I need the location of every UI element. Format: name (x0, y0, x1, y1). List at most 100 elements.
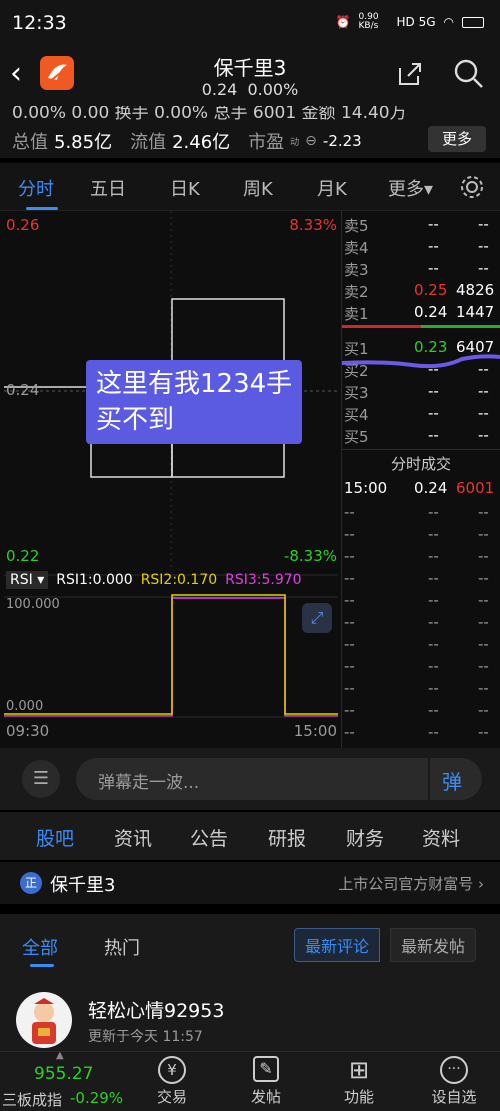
danmu-icon: 弹 (442, 770, 462, 794)
tab-daily-k[interactable]: 日K (170, 175, 200, 201)
tick-row-empty: -- -- -- (342, 501, 500, 524)
rsi3-line (4, 597, 338, 717)
order-volume: -- (478, 426, 489, 444)
pe-sup: 动 (290, 137, 300, 148)
tick-cell-empty: -- (344, 613, 355, 631)
chart-top-price: 0.26 (6, 216, 40, 234)
float-value: 2.46亿 (172, 132, 231, 153)
order-price: -- (428, 259, 439, 277)
tick-cell-empty: -- (428, 525, 439, 543)
status-bar: 12:33 ⏰ 0.90 KB/s HD 5G ◠ (0, 0, 500, 44)
order-label: 卖4 (344, 239, 369, 257)
tab-announcements[interactable]: 公告 (190, 824, 228, 851)
tab-news[interactable]: 资讯 (114, 824, 152, 851)
tick-cell-empty: -- (428, 635, 439, 653)
tab-weekly-k[interactable]: 周K (243, 175, 273, 201)
index-name: 三板成指 (2, 1091, 63, 1109)
more-button[interactable]: 更多 (428, 126, 486, 152)
rsi-legend: RSI ▾ RSI1:0.000 RSI2:0.170 RSI3:5.970 (6, 571, 302, 589)
danmu-list-icon[interactable]: ☰ (22, 760, 60, 798)
total-value: 5.85亿 (54, 132, 113, 153)
tick-row-empty: -- -- -- (342, 721, 500, 744)
book-ratio-bar (342, 325, 500, 328)
tab-guba[interactable]: 股吧 (36, 824, 74, 851)
post-username[interactable]: 轻松心情92953 (88, 996, 224, 1023)
chart-top-pct: 8.33% (289, 216, 337, 234)
tick-cell-empty: -- (344, 547, 355, 565)
rsi-selector[interactable]: RSI ▾ (6, 571, 49, 589)
float-value-label: 流值 (130, 132, 167, 153)
trade-icon: ¥ (158, 1056, 186, 1084)
sell2-row: 卖2 0.25 4826 (342, 279, 500, 302)
tick-cell-empty: -- (478, 679, 489, 697)
tick-cell-empty: -- (478, 613, 489, 631)
tick-cell-empty: -- (344, 679, 355, 697)
search-icon[interactable] (453, 58, 485, 90)
order-volume: -- (478, 404, 489, 422)
nav-post[interactable]: ✎ 发帖 (240, 1056, 292, 1107)
nav-features[interactable]: ⊞ 功能 (333, 1056, 385, 1107)
gear-icon[interactable] (459, 174, 485, 200)
index-ticker[interactable]: ▲ 955.27 三板成指 -0.29% (0, 1050, 130, 1111)
official-account-link[interactable]: 上市公司官方财富号 › (338, 873, 484, 894)
tick-cell-empty: -- (478, 503, 489, 521)
post-item[interactable]: 轻松心情92953 更新于今天 11:57 (0, 976, 500, 1051)
rsi-top-value: 100.000 (6, 597, 60, 612)
intraday-chart[interactable]: 0.26 8.33% 0.24 0.22 -8.33% RSI ▾ RSI1:0… (0, 211, 342, 748)
stock-account-line[interactable]: 正 保千里3 上市公司官方财富号 › (0, 862, 500, 904)
tab-more[interactable]: 更多▾ (388, 175, 433, 201)
avatar[interactable] (16, 992, 72, 1048)
nav-trade[interactable]: ¥ 交易 (146, 1056, 198, 1107)
edit-icon: ✎ (253, 1056, 279, 1082)
tick-row: 15:00 0.24 6001 (342, 477, 500, 500)
share-icon[interactable] (396, 60, 424, 88)
tick-row-empty: -- -- -- (342, 633, 500, 656)
nav-post-label: 发帖 (250, 1088, 281, 1106)
order-label: 卖5 (344, 217, 369, 235)
nav-trade-label: 交易 (156, 1088, 187, 1106)
tick-cell-empty: -- (344, 723, 355, 741)
chart-bottom-pct: -8.33% (283, 547, 337, 565)
rsi3-value: RSI3:5.970 (225, 572, 302, 588)
latest-comment-button[interactable]: 最新评论 (294, 928, 381, 962)
tab-intraday[interactable]: 分时 (18, 175, 54, 201)
danmu-input[interactable]: 弹幕走一波... (76, 758, 428, 800)
tick-row-empty: -- -- -- (342, 567, 500, 590)
chart-canvas (4, 211, 338, 718)
tick-cell-empty: -- (478, 525, 489, 543)
time-start: 09:30 (6, 722, 50, 740)
tab-finance[interactable]: 财务 (346, 824, 384, 851)
tab-five-day[interactable]: 五日 (90, 175, 126, 201)
grid-icon: ⊞ (348, 1056, 370, 1084)
tab-hot[interactable]: 热门 (104, 934, 140, 960)
buy3-row: 买3 -- -- (342, 380, 500, 403)
status-icons: ⏰ 0.90 KB/s HD 5G ◠ (336, 13, 484, 31)
buy5-row: 买5 -- -- (342, 424, 500, 447)
bottom-nav: ▲ 955.27 三板成指 -0.29% ¥ 交易 ✎ 发帖 ⊞ 功能 ··· … (0, 1050, 500, 1111)
nav-watchlist-label: 设自选 (431, 1088, 477, 1106)
danmu-placeholder: 弹幕走一波... (98, 773, 200, 793)
pe-label: 市盈 (248, 132, 285, 153)
danmu-send-button[interactable]: 弹 (430, 758, 482, 800)
info-icon[interactable]: ⊖ (305, 133, 317, 149)
tab-research[interactable]: 研报 (268, 824, 306, 851)
tick-cell-empty: -- (344, 569, 355, 587)
expand-icon[interactable]: ⤢ (302, 603, 332, 633)
tick-cell-empty: -- (428, 701, 439, 719)
alarm-icon: ⏰ (335, 15, 351, 29)
rsi-bottom-value: 0.000 (6, 699, 44, 714)
stock-price: 0.24 (201, 80, 238, 99)
tick-row-empty: -- -- -- (342, 589, 500, 612)
tick-cell-empty: -- (428, 723, 439, 741)
active-tab-underline (26, 207, 58, 210)
order-book: 卖5 -- -- 卖4 -- -- 卖3 -- -- 卖2 0.25 4826 卖1 0.24 14… (342, 211, 500, 748)
latest-post-button[interactable]: 最新发帖 (390, 928, 477, 962)
tick-volume: 6001 (456, 479, 495, 497)
tab-all[interactable]: 全部 (22, 934, 58, 960)
annotation-line-1: 这里有我1234手 (96, 369, 293, 399)
content-tabs: 股吧 资讯 公告 研报 财务 资料 (0, 812, 500, 860)
tab-monthly-k[interactable]: 月K (317, 175, 347, 201)
avatar-image (32, 998, 56, 1044)
tab-profile[interactable]: 资料 (422, 824, 460, 851)
nav-watchlist[interactable]: ··· 设自选 (424, 1056, 484, 1107)
